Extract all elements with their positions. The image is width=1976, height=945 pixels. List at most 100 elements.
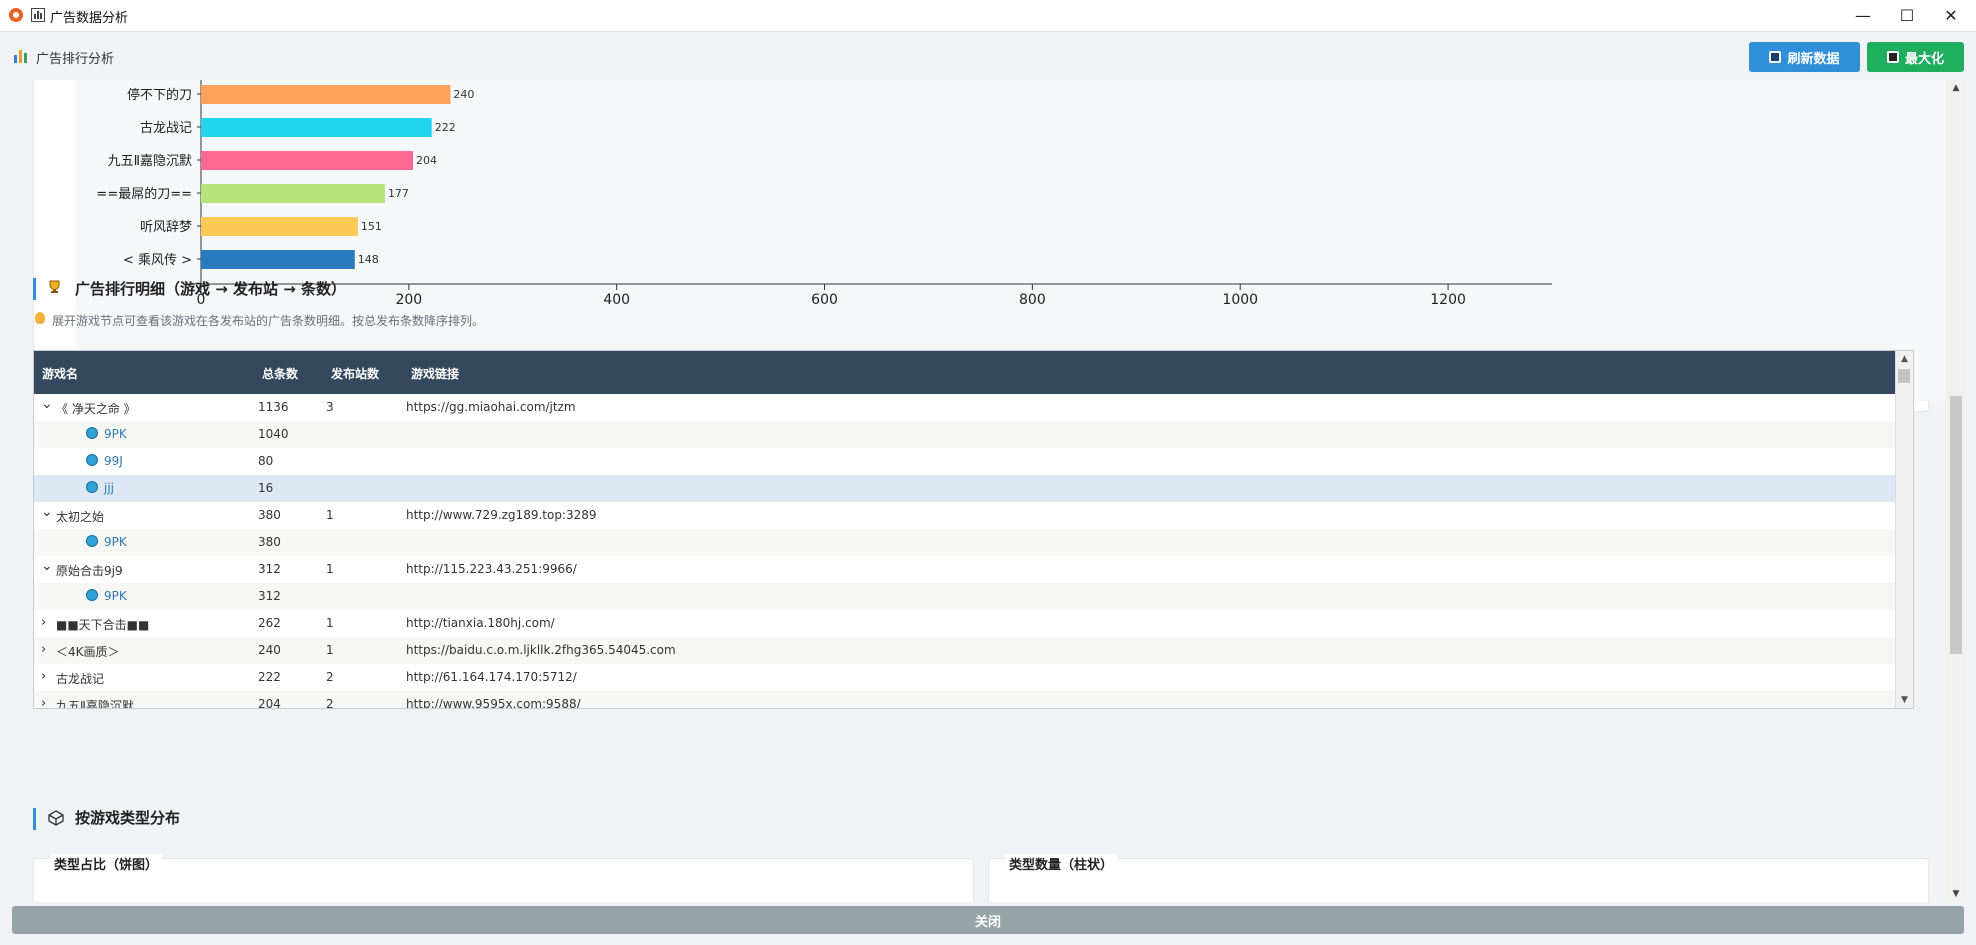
game-name: 太初之始 [56,510,105,524]
maximize-window-button[interactable]: ☐ [1884,0,1930,31]
game-link[interactable]: https://baidu.c.o.m.ljkllk.2fhg365.54045… [406,643,676,657]
bar-value-label: 240 [453,88,474,101]
collapse-chevron-icon[interactable]: › [41,615,46,630]
total-count: 312 [258,562,281,576]
minimize-button[interactable]: — [1840,0,1886,31]
table-child-row[interactable]: 9PK 312 [34,583,1910,610]
table-row[interactable]: › 九五Ⅱ嘉隐沉默 2 http://www.9595x.com:9588/204 [34,691,1910,709]
game-link[interactable]: http://www.9595x.com:9588/ [406,697,581,708]
game-name: 古龙战记 [56,672,105,686]
game-link[interactable]: https://gg.miaohai.com/jtzm [406,400,576,414]
expand-chevron-icon[interactable]: ⌄ [41,558,53,574]
window-icon [1886,51,1899,63]
type-bar-chart-title: 类型数量（柱状） [1005,854,1118,873]
table-scrollbar[interactable]: ▲ ▼ [1895,351,1913,708]
window-title: 广告数据分析 [50,11,129,26]
game-link[interactable]: http://tianxia.180hj.com/ [406,616,555,630]
x-tick-label: 600 [811,292,838,308]
column-header-total[interactable]: 总条数 [262,365,298,382]
scroll-down-arrow-icon[interactable]: ▼ [1896,692,1913,708]
page-scroll-up-icon[interactable]: ▲ [1947,80,1965,96]
table-row[interactable]: ⌄ 太初之始 1 http://www.729.zg189.top:3289 380 [34,502,1910,529]
refresh-data-button[interactable]: 刷新数据 [1749,42,1860,72]
total-count: 204 [258,697,281,709]
table-child-row[interactable]: 99J 80 [34,448,1910,475]
bar-category-label: 停不下的刀 [127,87,192,103]
window-titlebar: 广告数据分析 — ☐ ✕ [0,0,1976,32]
maximize-button[interactable]: 最大化 [1867,42,1964,72]
chart-bar [201,151,414,170]
table-child-row[interactable]: 9PK 380 [34,529,1910,556]
game-name: 《 净天之命 》 [56,402,136,416]
globe-icon [86,481,98,493]
page-scrollbar[interactable]: ▲ ▼ [1947,80,1965,902]
game-link[interactable]: http://www.729.zg189.top:3289 [406,508,597,522]
maximize-label: 最大化 [1904,51,1944,67]
collapse-chevron-icon[interactable]: › [41,669,46,684]
game-name: ■■天下合击■■ [56,618,150,632]
bar-category-label: 听风辞梦 [140,220,192,235]
bar-value-label: 151 [361,220,382,233]
total-count: 222 [258,670,281,684]
expand-chevron-icon[interactable]: ⌄ [41,504,53,520]
x-tick-label: 400 [603,292,630,308]
bar-category-label: 古龙战记 [140,121,192,136]
site-name: 99J [104,454,123,468]
site-count: 2 [326,670,334,684]
site-name: 9PK [104,589,127,603]
table-row[interactable]: › 古龙战记 2 http://61.164.174.170:5712/222 [34,664,1910,691]
page-title: 广告排行分析 [36,52,115,67]
bar-category-label: 九五Ⅱ嘉隐沉默 [108,153,192,169]
close-window-button[interactable]: ✕ [1928,0,1974,31]
site-count: 1 [326,616,334,630]
column-header-sites[interactable]: 发布站数 [331,365,379,382]
bar-value-label: 204 [416,154,437,167]
total-count: 16 [258,481,274,495]
total-count: 262 [258,616,281,630]
chart-bar [201,85,451,104]
ranking-tree-table[interactable]: 游戏名 总条数 发布站数 游戏链接 ⌄ 《 净天之命 》 3 https://gg.m… [33,350,1914,709]
site-count: 1 [326,508,334,522]
total-count: 380 [258,535,281,549]
minimize-icon: — [1855,6,1871,25]
total-count: 1136 [258,400,289,414]
table-row[interactable]: › ■■天下合击■■ 1 http://tianxia.180hj.com/262 [34,610,1910,637]
x-tick-label: 1000 [1222,292,1258,308]
ranking-hint: 展开游戏节点可查看该游戏在各发布站的广告条数明细。按总发布条数降序排列。 [52,314,485,328]
game-name: 九五Ⅱ嘉隐沉默 [56,699,134,709]
page-scroll-down-icon[interactable]: ▼ [1947,886,1965,902]
total-count: 1040 [258,427,289,441]
ranking-section-title: 广告排行明细（游戏 → 发布站 → 条数） [75,280,347,298]
table-row[interactable]: ⌄ 《 净天之命 》 3 https://gg.miaohai.com/jtzm 113… [34,394,1910,421]
site-name: jjj [104,481,115,495]
page-header [0,32,1976,80]
bar-value-label: 148 [358,253,379,266]
type-bar-chart-card: 类型数量（柱状） [988,854,1929,902]
table-child-row[interactable]: jjj 16 [34,475,1910,502]
maximize-icon: ☐ [1899,6,1915,25]
ranking-section-header [33,278,36,300]
pie-chart-title: 类型占比（饼图） [50,854,163,873]
expand-chevron-icon[interactable]: ⌄ [41,396,53,412]
scroll-up-arrow-icon[interactable]: ▲ [1896,351,1913,367]
table-row[interactable]: › ＜4K画质＞ 1 https://baidu.c.o.m.ljkllk.2fhg3… [34,637,1910,664]
globe-icon [86,589,98,601]
bar-category-label: ==最屌的刀== [96,186,192,202]
page-scroll-thumb[interactable] [1950,396,1962,654]
collapse-chevron-icon[interactable]: › [41,642,46,657]
table-scroll-thumb[interactable] [1898,369,1910,383]
close-button[interactable]: 关闭 [12,906,1964,934]
column-header-link[interactable]: 游戏链接 [411,365,459,382]
game-name: 原始合击9j9 [56,564,123,578]
cube-icon [48,810,64,826]
game-link[interactable]: http://115.223.43.251:9966/ [406,562,577,576]
site-count: 3 [326,400,334,414]
collapse-chevron-icon[interactable]: › [41,696,46,708]
x-tick-label: 1200 [1430,292,1466,308]
game-link[interactable]: http://61.164.174.170:5712/ [406,670,577,684]
bar-category-label: < 乘风传 > [123,253,192,268]
column-header-game[interactable]: 游戏名 [42,365,78,382]
table-row[interactable]: ⌄ 原始合击9j9 1 http://115.223.43.251:9966/312 [34,556,1910,583]
table-child-row[interactable]: 9PK 1040 [34,421,1910,448]
total-count: 380 [258,508,281,522]
